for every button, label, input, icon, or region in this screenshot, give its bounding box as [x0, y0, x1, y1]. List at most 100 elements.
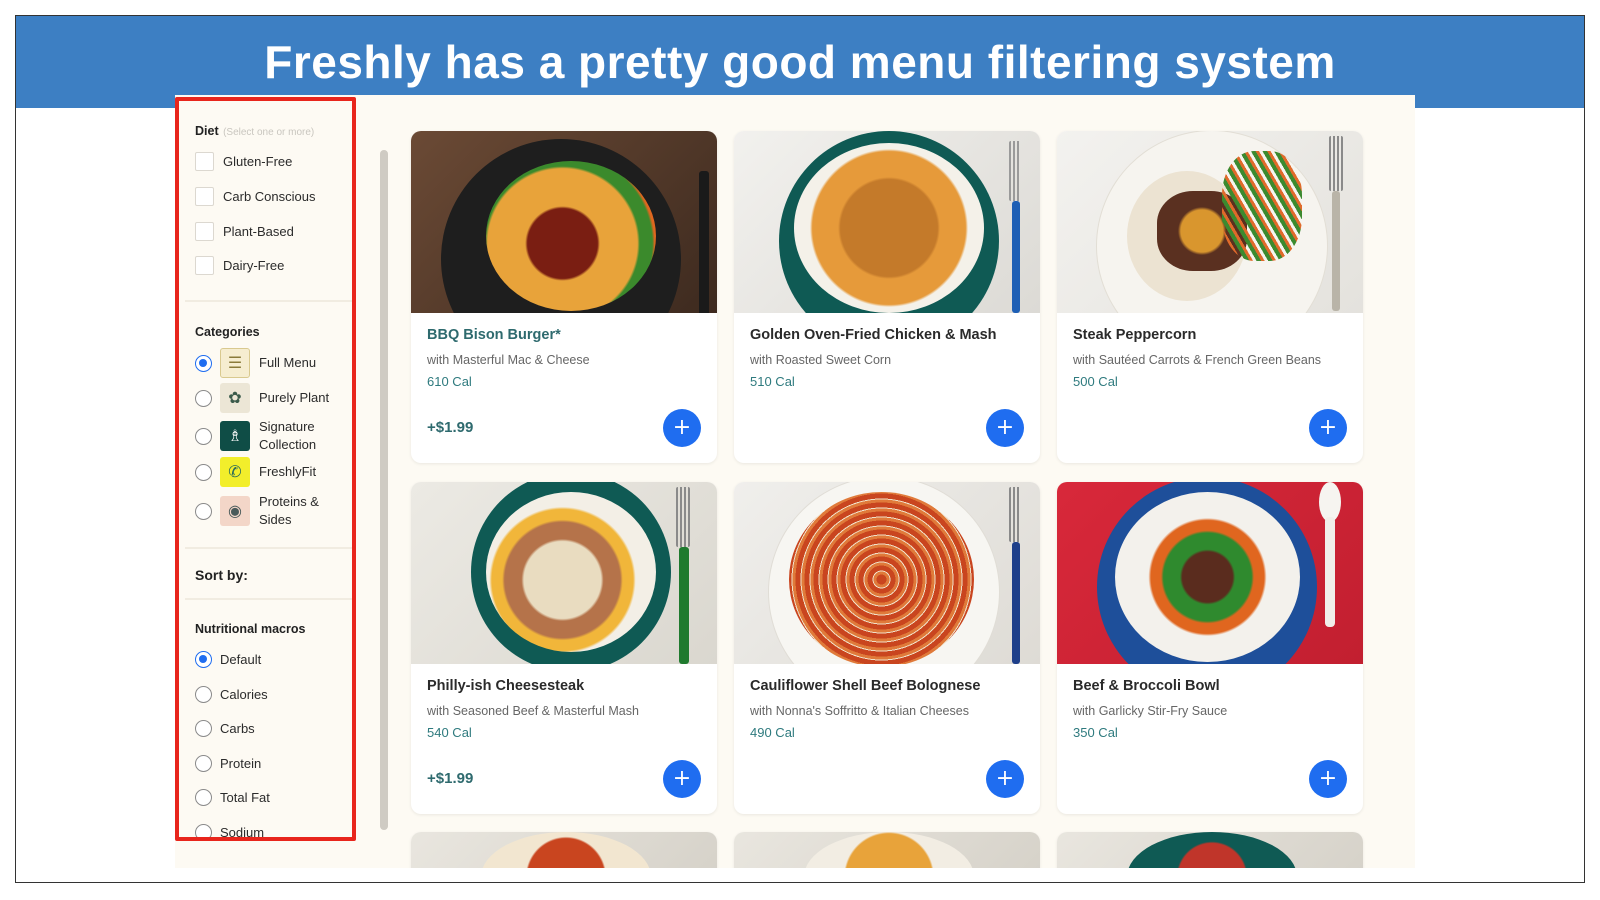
meal-calories: 350 Cal	[1073, 725, 1118, 740]
meal-photo	[1057, 482, 1363, 664]
meal-photo	[734, 131, 1040, 313]
protein-icon: ◉	[220, 496, 250, 526]
card-body: Beef & Broccoli Bowl with Garlicky Stir-…	[1057, 664, 1363, 814]
meal-card[interactable]	[411, 832, 717, 868]
signature-collection-radio[interactable]	[195, 427, 212, 445]
meal-title[interactable]: BBQ Bison Burger*	[427, 327, 701, 343]
add-meal-button[interactable]: +	[1309, 409, 1347, 447]
macro-option-calories[interactable]: Calories	[195, 686, 268, 703]
sort-title: Sort by:	[195, 567, 248, 583]
macro-label: Carbs	[220, 721, 255, 736]
menu-app: Diet (Select one or more) Gluten-Free Ca…	[175, 95, 1415, 868]
macro-label: Sodium	[220, 825, 265, 840]
add-meal-button[interactable]: +	[986, 760, 1024, 798]
add-meal-button[interactable]: +	[986, 409, 1024, 447]
leaf-icon: ✿	[220, 383, 250, 413]
default-radio[interactable]	[195, 651, 212, 668]
diet-option-label: Carb Conscious	[223, 189, 316, 204]
meal-subtitle: with Sautéed Carrots & French Green Bean…	[1073, 353, 1322, 367]
sodium-radio[interactable]	[195, 824, 212, 841]
total-fat-radio[interactable]	[195, 789, 212, 806]
meal-photo	[734, 482, 1040, 664]
categories-title: Categories	[195, 325, 260, 339]
meal-subtitle: with Nonna's Soffritto & Italian Cheeses	[750, 704, 969, 718]
meal-subtitle: with Seasoned Beef & Masterful Mash	[427, 704, 639, 718]
meal-card[interactable]: Golden Oven-Fried Chicken & Mash with Ro…	[734, 131, 1040, 463]
meal-card[interactable]: Steak Peppercorn with Sautéed Carrots & …	[1057, 131, 1363, 463]
proteins-sides-radio[interactable]	[195, 502, 212, 520]
meal-card[interactable]: BBQ Bison Burger* with Masterful Mac & C…	[411, 131, 717, 463]
meal-subtitle: with Roasted Sweet Corn	[750, 353, 892, 367]
freshlyfit-radio[interactable]	[195, 463, 212, 481]
banner-title: Freshly has a pretty good menu filtering…	[264, 36, 1336, 88]
macro-label: Default	[220, 652, 262, 667]
category-label: Signature Collection	[259, 419, 317, 452]
chef-hat-icon: ♗	[220, 421, 250, 451]
full-menu-radio[interactable]	[195, 354, 212, 372]
meal-photo	[411, 832, 717, 868]
gluten-free-checkbox[interactable]	[195, 152, 214, 171]
diet-option-dairy-free[interactable]: Dairy-Free	[195, 256, 284, 275]
add-meal-button[interactable]: +	[1309, 760, 1347, 798]
diet-hint: (Select one or more)	[223, 127, 315, 138]
category-proteins-sides[interactable]: ◉ Proteins & Sides	[195, 493, 331, 529]
category-freshlyfit[interactable]: ✆ FreshlyFit	[195, 457, 316, 487]
meal-title[interactable]: Philly-ish Cheesesteak	[427, 678, 701, 694]
category-label: Full Menu	[259, 355, 317, 370]
meal-card[interactable]: Cauliflower Shell Beef Bolognese with No…	[734, 482, 1040, 814]
sidebar-scrollbar[interactable]	[380, 150, 388, 830]
meal-photo	[734, 832, 1040, 868]
add-meal-button[interactable]: +	[663, 760, 701, 798]
protein-radio[interactable]	[195, 755, 212, 772]
meal-photo	[411, 482, 717, 664]
sort-section: Sort by:	[195, 567, 351, 585]
calories-radio[interactable]	[195, 686, 212, 703]
meal-price: +$1.99	[427, 419, 474, 436]
carb-conscious-checkbox[interactable]	[195, 187, 214, 206]
meal-price: +$1.99	[427, 770, 474, 787]
add-meal-button[interactable]: +	[663, 409, 701, 447]
category-label: FreshlyFit	[259, 464, 317, 479]
divider	[185, 300, 355, 302]
meal-title[interactable]: Golden Oven-Fried Chicken & Mash	[750, 327, 1024, 343]
diet-option-carb-conscious[interactable]: Carb Conscious	[195, 187, 316, 206]
meal-photo	[411, 131, 717, 313]
diet-option-plant-based[interactable]: Plant-Based	[195, 222, 294, 241]
dairy-free-checkbox[interactable]	[195, 256, 214, 275]
card-body: Cauliflower Shell Beef Bolognese with No…	[734, 664, 1040, 814]
meal-calories: 490 Cal	[750, 725, 795, 740]
meal-title[interactable]: Cauliflower Shell Beef Bolognese	[750, 678, 1024, 694]
meal-calories: 510 Cal	[750, 374, 795, 389]
category-full-menu[interactable]: ☰ Full Menu	[195, 348, 316, 378]
macro-label: Protein	[220, 756, 262, 771]
meal-title[interactable]: Steak Peppercorn	[1073, 327, 1347, 343]
macros-section: Nutritional macros	[195, 620, 351, 638]
purely-plant-radio[interactable]	[195, 389, 212, 407]
meal-photo	[1057, 832, 1363, 868]
meal-card[interactable]: Philly-ish Cheesesteak with Seasoned Bee…	[411, 482, 717, 814]
meal-card[interactable]: Beef & Broccoli Bowl with Garlicky Stir-…	[1057, 482, 1363, 814]
macro-option-sodium[interactable]: Sodium	[195, 824, 264, 841]
macros-title: Nutritional macros	[195, 622, 306, 636]
filter-sidebar: Diet (Select one or more) Gluten-Free Ca…	[175, 95, 359, 868]
macro-option-total-fat[interactable]: Total Fat	[195, 789, 270, 806]
category-purely-plant[interactable]: ✿ Purely Plant	[195, 383, 329, 413]
sidebar-scroll-thumb[interactable]	[380, 150, 388, 830]
diet-option-gluten-free[interactable]: Gluten-Free	[195, 152, 292, 171]
category-signature-collection[interactable]: ♗ Signature Collection	[195, 418, 331, 454]
card-body: Golden Oven-Fried Chicken & Mash with Ro…	[734, 313, 1040, 463]
plant-based-checkbox[interactable]	[195, 222, 214, 241]
diet-option-label: Dairy-Free	[223, 258, 285, 273]
meal-title[interactable]: Beef & Broccoli Bowl	[1073, 678, 1347, 694]
carbs-radio[interactable]	[195, 720, 212, 737]
macro-option-carbs[interactable]: Carbs	[195, 720, 255, 737]
meal-card[interactable]	[734, 832, 1040, 868]
macro-option-protein[interactable]: Protein	[195, 755, 261, 772]
meal-card[interactable]	[1057, 832, 1363, 868]
meal-calories: 500 Cal	[1073, 374, 1118, 389]
divider	[185, 598, 355, 600]
fitness-icon: ✆	[220, 457, 250, 487]
meal-subtitle: with Garlicky Stir-Fry Sauce	[1073, 704, 1228, 718]
macro-option-default[interactable]: Default	[195, 651, 261, 668]
meal-subtitle: with Masterful Mac & Cheese	[427, 353, 590, 367]
